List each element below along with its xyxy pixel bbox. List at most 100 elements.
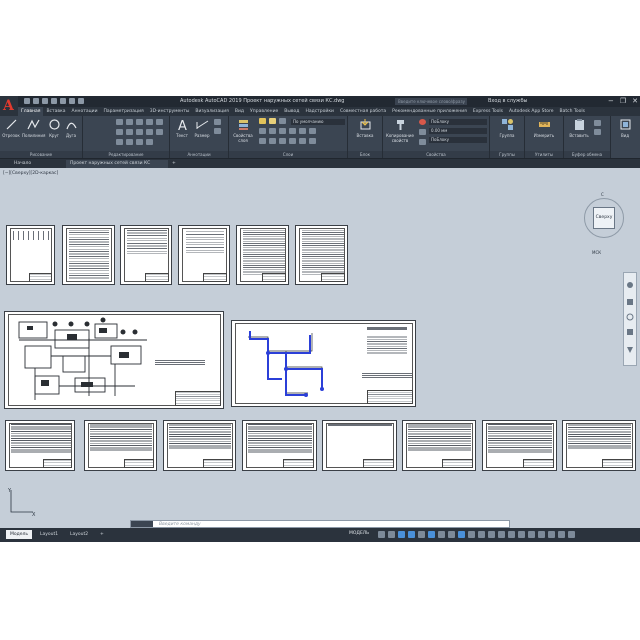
stretch-icon[interactable] — [116, 139, 123, 145]
array-icon[interactable] — [136, 139, 143, 145]
tab-3d-tools[interactable]: 3D-инструменты — [147, 107, 193, 116]
layer-walk-icon[interactable] — [259, 138, 266, 144]
tab-layout2[interactable]: Layout2 — [66, 530, 92, 539]
redo-icon[interactable] — [78, 98, 84, 104]
rotate-icon[interactable] — [126, 119, 133, 125]
trim-icon[interactable] — [136, 119, 143, 125]
help-search-input[interactable]: Введите ключевое слово/фразу — [395, 98, 467, 105]
quick-properties-icon[interactable] — [518, 531, 525, 538]
viewport-controls[interactable]: [−][Сверху][2D-каркас] — [3, 171, 58, 176]
save-icon[interactable] — [42, 98, 48, 104]
ortho-icon[interactable] — [398, 531, 405, 538]
specification-sheet[interactable] — [242, 420, 317, 471]
drawing-area[interactable]: [−][Сверху][2D-каркас] С Сверху МСК Y X — [0, 168, 640, 517]
tab-model[interactable]: Модель — [6, 530, 33, 539]
wcs-menu[interactable]: МСК — [592, 250, 601, 255]
drawing-sheet[interactable] — [62, 225, 115, 285]
transparency-icon[interactable] — [448, 531, 455, 538]
viewcube[interactable]: С Сверху — [584, 192, 624, 252]
fillet-icon[interactable] — [136, 129, 143, 135]
offset-icon[interactable] — [156, 129, 163, 135]
lineweight-toggle-icon[interactable] — [438, 531, 445, 538]
selection-cycling-icon[interactable] — [458, 531, 465, 538]
measure-button[interactable]: Измерить — [529, 118, 559, 138]
layer-current-icon[interactable] — [299, 138, 306, 144]
lightbulb-icon[interactable] — [259, 118, 266, 124]
command-input[interactable]: Введите команду — [159, 521, 201, 528]
layer-lock-icon[interactable] — [289, 128, 296, 134]
grid-icon[interactable] — [378, 531, 385, 538]
copy-clip-icon[interactable] — [594, 129, 601, 135]
layer-unisolate-icon[interactable] — [269, 138, 276, 144]
cut-icon[interactable] — [594, 120, 601, 126]
sun-icon[interactable] — [269, 118, 276, 124]
tab-app-store[interactable]: Autodesk App Store — [506, 107, 557, 116]
close-icon[interactable]: ✕ — [632, 96, 638, 107]
layer-freeze-icon[interactable] — [279, 128, 286, 134]
color-dropdown[interactable]: ПоБлоку — [429, 119, 487, 125]
command-line[interactable]: Введите команду — [130, 520, 510, 528]
specification-sheet[interactable] — [84, 420, 157, 471]
layer-properties-button[interactable]: Свойства слоя — [232, 118, 254, 143]
layer-dropdown[interactable]: По умолчанию — [291, 119, 345, 125]
specification-sheet[interactable] — [482, 420, 557, 471]
tab-batch-tools[interactable]: Batch Tools — [557, 107, 588, 116]
lineweight-dropdown[interactable]: 0.00 мм — [429, 128, 487, 134]
object-snap-icon[interactable] — [428, 531, 435, 538]
new-tab-button[interactable]: + — [170, 160, 180, 168]
clean-screen-icon[interactable] — [558, 531, 565, 538]
command-line-controls[interactable] — [131, 521, 153, 527]
move-icon[interactable] — [116, 119, 123, 125]
tab-output[interactable]: Вывод — [281, 107, 302, 116]
layer-unlock-icon[interactable] — [289, 138, 296, 144]
tab-express-tools[interactable]: Express Tools — [470, 107, 506, 116]
drawing-sheet[interactable] — [295, 225, 348, 285]
minimize-icon[interactable]: − — [608, 96, 614, 107]
polyline-button[interactable]: Полилиния — [22, 118, 45, 138]
specification-sheet[interactable] — [163, 420, 236, 471]
print-icon[interactable] — [60, 98, 66, 104]
mirror-icon[interactable] — [126, 129, 133, 135]
tab-parametric[interactable]: Параметризация — [101, 107, 147, 116]
line-button[interactable]: Отрезок — [2, 118, 20, 138]
specification-sheet[interactable] — [322, 420, 397, 471]
insert-block-button[interactable]: Вставка — [352, 118, 378, 138]
scale-icon[interactable] — [126, 139, 133, 145]
leader-icon[interactable] — [214, 119, 221, 125]
annotation-monitor-icon[interactable] — [498, 531, 505, 538]
pencil-icon[interactable] — [156, 119, 163, 125]
tab-manage[interactable]: Управление — [247, 107, 281, 116]
new-file-icon[interactable] — [24, 98, 30, 104]
open-file-icon[interactable] — [33, 98, 39, 104]
model-space-button[interactable]: МОДЕЛЬ — [349, 531, 369, 536]
lock-icon[interactable] — [279, 118, 286, 124]
tab-visualize[interactable]: Визуализация — [192, 107, 231, 116]
drawing-sheet[interactable] — [236, 225, 289, 285]
drawing-sheet[interactable] — [178, 225, 230, 285]
polar-icon[interactable] — [408, 531, 415, 538]
sign-in-button[interactable]: Вход в службы — [488, 96, 527, 107]
annotation-scale-icon[interactable] — [468, 531, 475, 538]
layer-copy-icon[interactable] — [309, 138, 316, 144]
paste-button[interactable]: Вставить — [568, 118, 590, 138]
layer-thaw-icon[interactable] — [279, 138, 286, 144]
snap-icon[interactable] — [388, 531, 395, 538]
tab-start[interactable]: Начало — [10, 160, 60, 168]
linetype-dropdown[interactable]: ПоБлоку — [429, 137, 487, 143]
table-icon[interactable] — [214, 128, 221, 134]
isodraft-icon[interactable] — [418, 531, 425, 538]
dimension-button[interactable]: Размер — [193, 118, 211, 138]
annotation-visibility-icon[interactable] — [478, 531, 485, 538]
specification-sheet[interactable] — [402, 420, 476, 471]
tab-view[interactable]: Вид — [232, 107, 247, 116]
text-button[interactable]: A Текст — [173, 118, 191, 138]
customization-menu-icon[interactable] — [568, 531, 575, 538]
tab-insert[interactable]: Вставка — [43, 107, 68, 116]
tab-featured-apps[interactable]: Рекомендованные приложения — [389, 107, 470, 116]
tab-collaborate[interactable]: Совместная работа — [337, 107, 389, 116]
application-menu-button[interactable]: A — [0, 96, 18, 118]
group-button[interactable]: Группа — [494, 118, 520, 138]
drawing-sheet[interactable] — [6, 225, 55, 285]
arc-button[interactable]: Дуга — [64, 118, 78, 138]
copy-icon[interactable] — [116, 129, 123, 135]
